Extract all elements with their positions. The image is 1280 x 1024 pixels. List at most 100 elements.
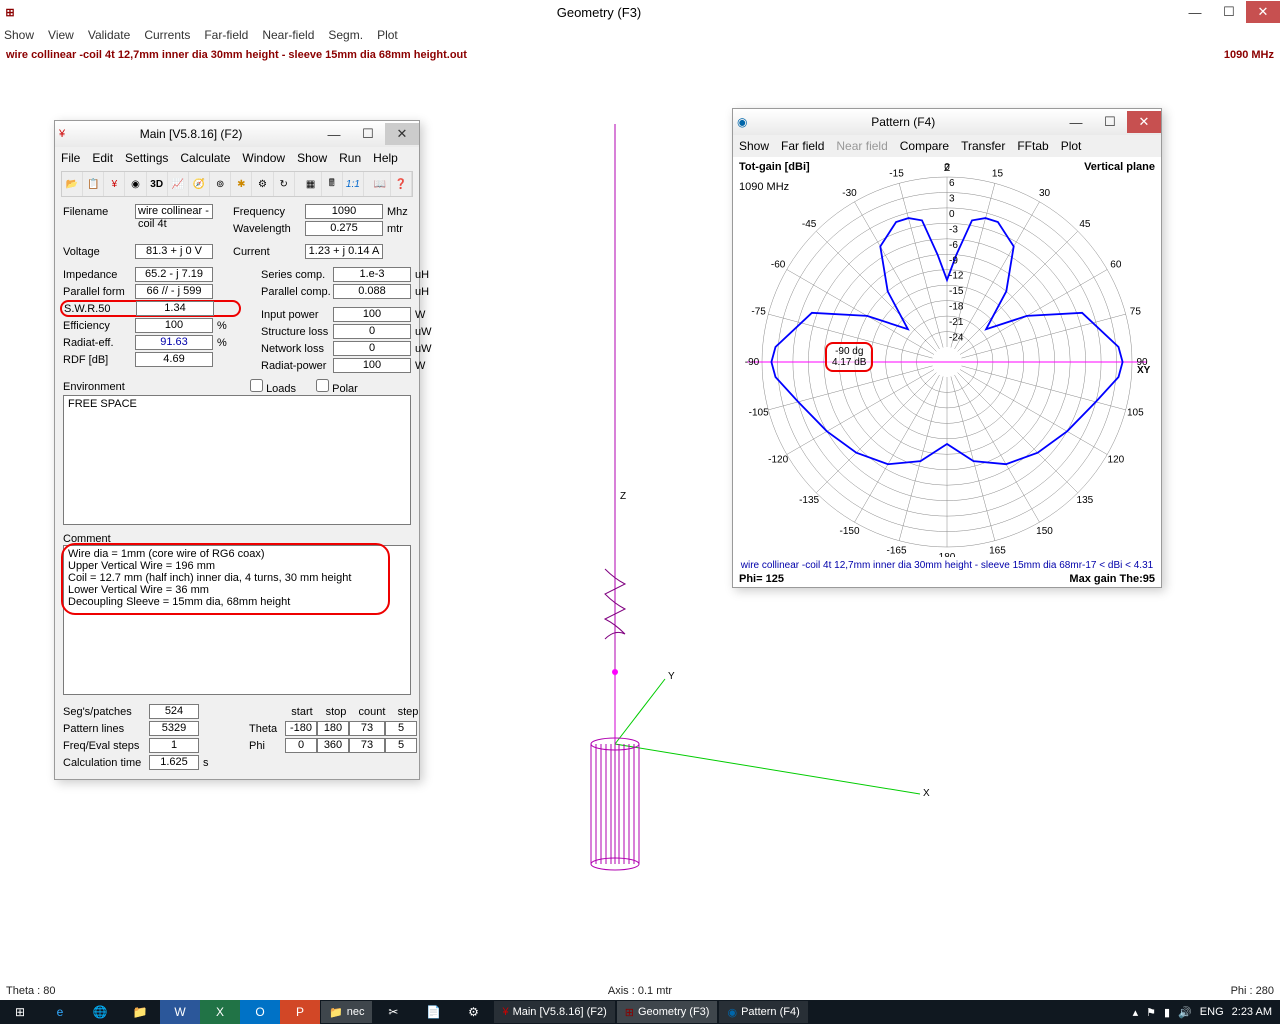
menu-segm[interactable]: Segm. — [328, 28, 363, 42]
pattern-menubar[interactable]: Show Far field Near field Compare Transf… — [733, 135, 1161, 157]
pattern-menu-transfer[interactable]: Transfer — [961, 139, 1005, 153]
pattern-menu-plot[interactable]: Plot — [1061, 139, 1082, 153]
target-icon[interactable]: ⊚ — [210, 172, 231, 196]
menu-view[interactable]: View — [48, 28, 74, 42]
polar-plot[interactable]: Tot-gain [dBi] Vertical plane 1090 MHz Z… — [733, 157, 1161, 587]
main-close[interactable]: ✕ — [385, 123, 419, 145]
sloss-unit: uW — [411, 326, 439, 338]
main-titlebar[interactable]: ¥ Main [V5.8.16] (F2) —☐✕ — [55, 121, 419, 147]
3d-icon[interactable]: 3D — [147, 172, 168, 196]
lang-indicator[interactable]: ENG — [1200, 1006, 1224, 1018]
taskbar-pattern[interactable]: ◉Pattern (F4) — [719, 1001, 807, 1023]
app-icon: ⊞ — [0, 6, 20, 19]
copy-icon[interactable]: 📋 — [83, 172, 104, 196]
run-icon[interactable]: ✱ — [231, 172, 252, 196]
sweep-icon[interactable]: ↻ — [274, 172, 295, 196]
close-button[interactable]: ✕ — [1246, 1, 1280, 23]
polar-checkbox[interactable] — [316, 379, 329, 392]
minimize-button[interactable]: — — [1178, 1, 1212, 23]
sloss-label: Structure loss — [261, 326, 333, 338]
segs-field: 524 — [149, 704, 199, 719]
file-name: wire collinear -coil 4t 12,7mm inner dia… — [6, 49, 467, 61]
menu-currents[interactable]: Currents — [144, 28, 190, 42]
filename-field[interactable]: wire collinear -coil 4t — [135, 204, 213, 219]
menu-plot[interactable]: Plot — [377, 28, 398, 42]
pattern-min[interactable]: — — [1059, 111, 1093, 133]
cog-icon[interactable]: ⚙ — [252, 172, 273, 196]
clock[interactable]: 2:23 AM — [1232, 1006, 1272, 1018]
excel-icon[interactable]: X — [200, 1000, 240, 1024]
plot-footer-file: wire collinear -coil 4t 12,7mm inner dia… — [739, 560, 1155, 571]
chrome-icon[interactable]: 🌐 — [80, 1000, 120, 1024]
system-tray[interactable]: ▴ ⚑ ▮ 🔊 ENG 2:23 AM — [1133, 1006, 1280, 1019]
pattern-window[interactable]: ◉ Pattern (F4) —☐✕ Show Far field Near f… — [732, 108, 1162, 588]
taskbar-folder[interactable]: 📁nec — [321, 1001, 372, 1023]
frequency-field[interactable]: 1090 — [305, 204, 383, 219]
polar-label: Polar — [332, 383, 358, 395]
svg-text:-15: -15 — [949, 286, 964, 297]
parallel-field: 66 // - j 599 — [135, 284, 213, 299]
menu-nearfield[interactable]: Near-field — [262, 28, 314, 42]
book-icon[interactable]: 📖 — [370, 172, 391, 196]
main-max[interactable]: ☐ — [351, 123, 385, 145]
main-menu-file[interactable]: File — [61, 151, 80, 165]
ie-icon[interactable]: e — [40, 1000, 80, 1024]
pattern-menu-nearfield[interactable]: Near field — [836, 139, 887, 153]
tray-up-icon[interactable]: ▴ — [1133, 1006, 1139, 1019]
fsteps-field: 1 — [149, 738, 199, 753]
volume-icon[interactable]: 🔊 — [1178, 1006, 1192, 1019]
main-menubar[interactable]: File Edit Settings Calculate Window Show… — [55, 147, 419, 169]
comment-text[interactable]: Wire dia = 1mm (core wire of RG6 coax) U… — [63, 545, 411, 695]
help-icon[interactable]: ❓ — [391, 172, 412, 196]
pattern-close[interactable]: ✕ — [1127, 111, 1161, 133]
hdr-start: start — [285, 706, 319, 718]
chart-icon[interactable]: 📈 — [168, 172, 189, 196]
environment-text[interactable]: FREE SPACE — [63, 395, 411, 525]
calc-icon[interactable]: 🖩 — [322, 172, 343, 196]
pattern-icon: ◉ — [737, 115, 747, 129]
main-toolbar[interactable]: 📂📋 ¥◉ 3D📈 🧭⊚ ✱⚙ ↻ ▦🖩 1:1 📖❓ — [61, 171, 413, 197]
start-button[interactable]: ⊞ — [0, 1000, 40, 1024]
pattern-menu-fftab[interactable]: FFtab — [1017, 139, 1048, 153]
main-menu-help[interactable]: Help — [373, 151, 398, 165]
menu-farfield[interactable]: Far-field — [204, 28, 248, 42]
open-icon[interactable]: 📂 — [62, 172, 83, 196]
ratio-icon[interactable]: 1:1 — [343, 172, 364, 196]
taskbar[interactable]: ⊞ e 🌐 📁 W X O P 📁nec ✂ 📄 ⚙ ¥Main [V5.8.1… — [0, 1000, 1280, 1024]
menu-show[interactable]: Show — [4, 28, 34, 42]
menu-validate[interactable]: Validate — [88, 28, 130, 42]
outlook-icon[interactable]: O — [240, 1000, 280, 1024]
pattern-titlebar[interactable]: ◉ Pattern (F4) —☐✕ — [733, 109, 1161, 135]
grid-icon[interactable]: ▦ — [300, 172, 321, 196]
settings-icon[interactable]: ⚙ — [453, 1000, 493, 1024]
globe-icon[interactable]: ◉ — [125, 172, 146, 196]
pattern-max[interactable]: ☐ — [1093, 111, 1127, 133]
main-menu-run[interactable]: Run — [339, 151, 361, 165]
powerpoint-icon[interactable]: P — [280, 1000, 320, 1024]
compass-icon[interactable]: 🧭 — [189, 172, 210, 196]
word-icon[interactable]: W — [160, 1000, 200, 1024]
maximize-button[interactable]: ☐ — [1212, 1, 1246, 23]
flag-icon[interactable]: ⚑ — [1146, 1006, 1156, 1019]
efficiency-unit: % — [213, 320, 241, 332]
antenna2-icon[interactable]: ¥ — [104, 172, 125, 196]
main-menu-show[interactable]: Show — [297, 151, 327, 165]
main-menu-edit[interactable]: Edit — [92, 151, 113, 165]
pattern-menu-compare[interactable]: Compare — [900, 139, 949, 153]
main-menu-calculate[interactable]: Calculate — [180, 151, 230, 165]
explorer-icon[interactable]: 📁 — [120, 1000, 160, 1024]
pattern-menu-show[interactable]: Show — [739, 139, 769, 153]
main-window[interactable]: ¥ Main [V5.8.16] (F2) —☐✕ File Edit Sett… — [54, 120, 420, 780]
network-icon[interactable]: ▮ — [1164, 1006, 1170, 1019]
main-menu-settings[interactable]: Settings — [125, 151, 168, 165]
snip-icon[interactable]: ✂ — [373, 1000, 413, 1024]
main-min[interactable]: — — [317, 123, 351, 145]
main-menu-window[interactable]: Window — [242, 151, 285, 165]
app-menubar[interactable]: Show View Validate Currents Far-field Ne… — [0, 24, 1280, 46]
taskbar-main[interactable]: ¥Main [V5.8.16] (F2) — [494, 1001, 614, 1023]
notepad-icon[interactable]: 📄 — [413, 1000, 453, 1024]
pattern-menu-farfield[interactable]: Far field — [781, 139, 824, 153]
taskbar-geometry[interactable]: ⊞Geometry (F3) — [617, 1001, 718, 1023]
loads-checkbox[interactable] — [250, 379, 263, 392]
comment-label: Comment — [63, 533, 411, 545]
